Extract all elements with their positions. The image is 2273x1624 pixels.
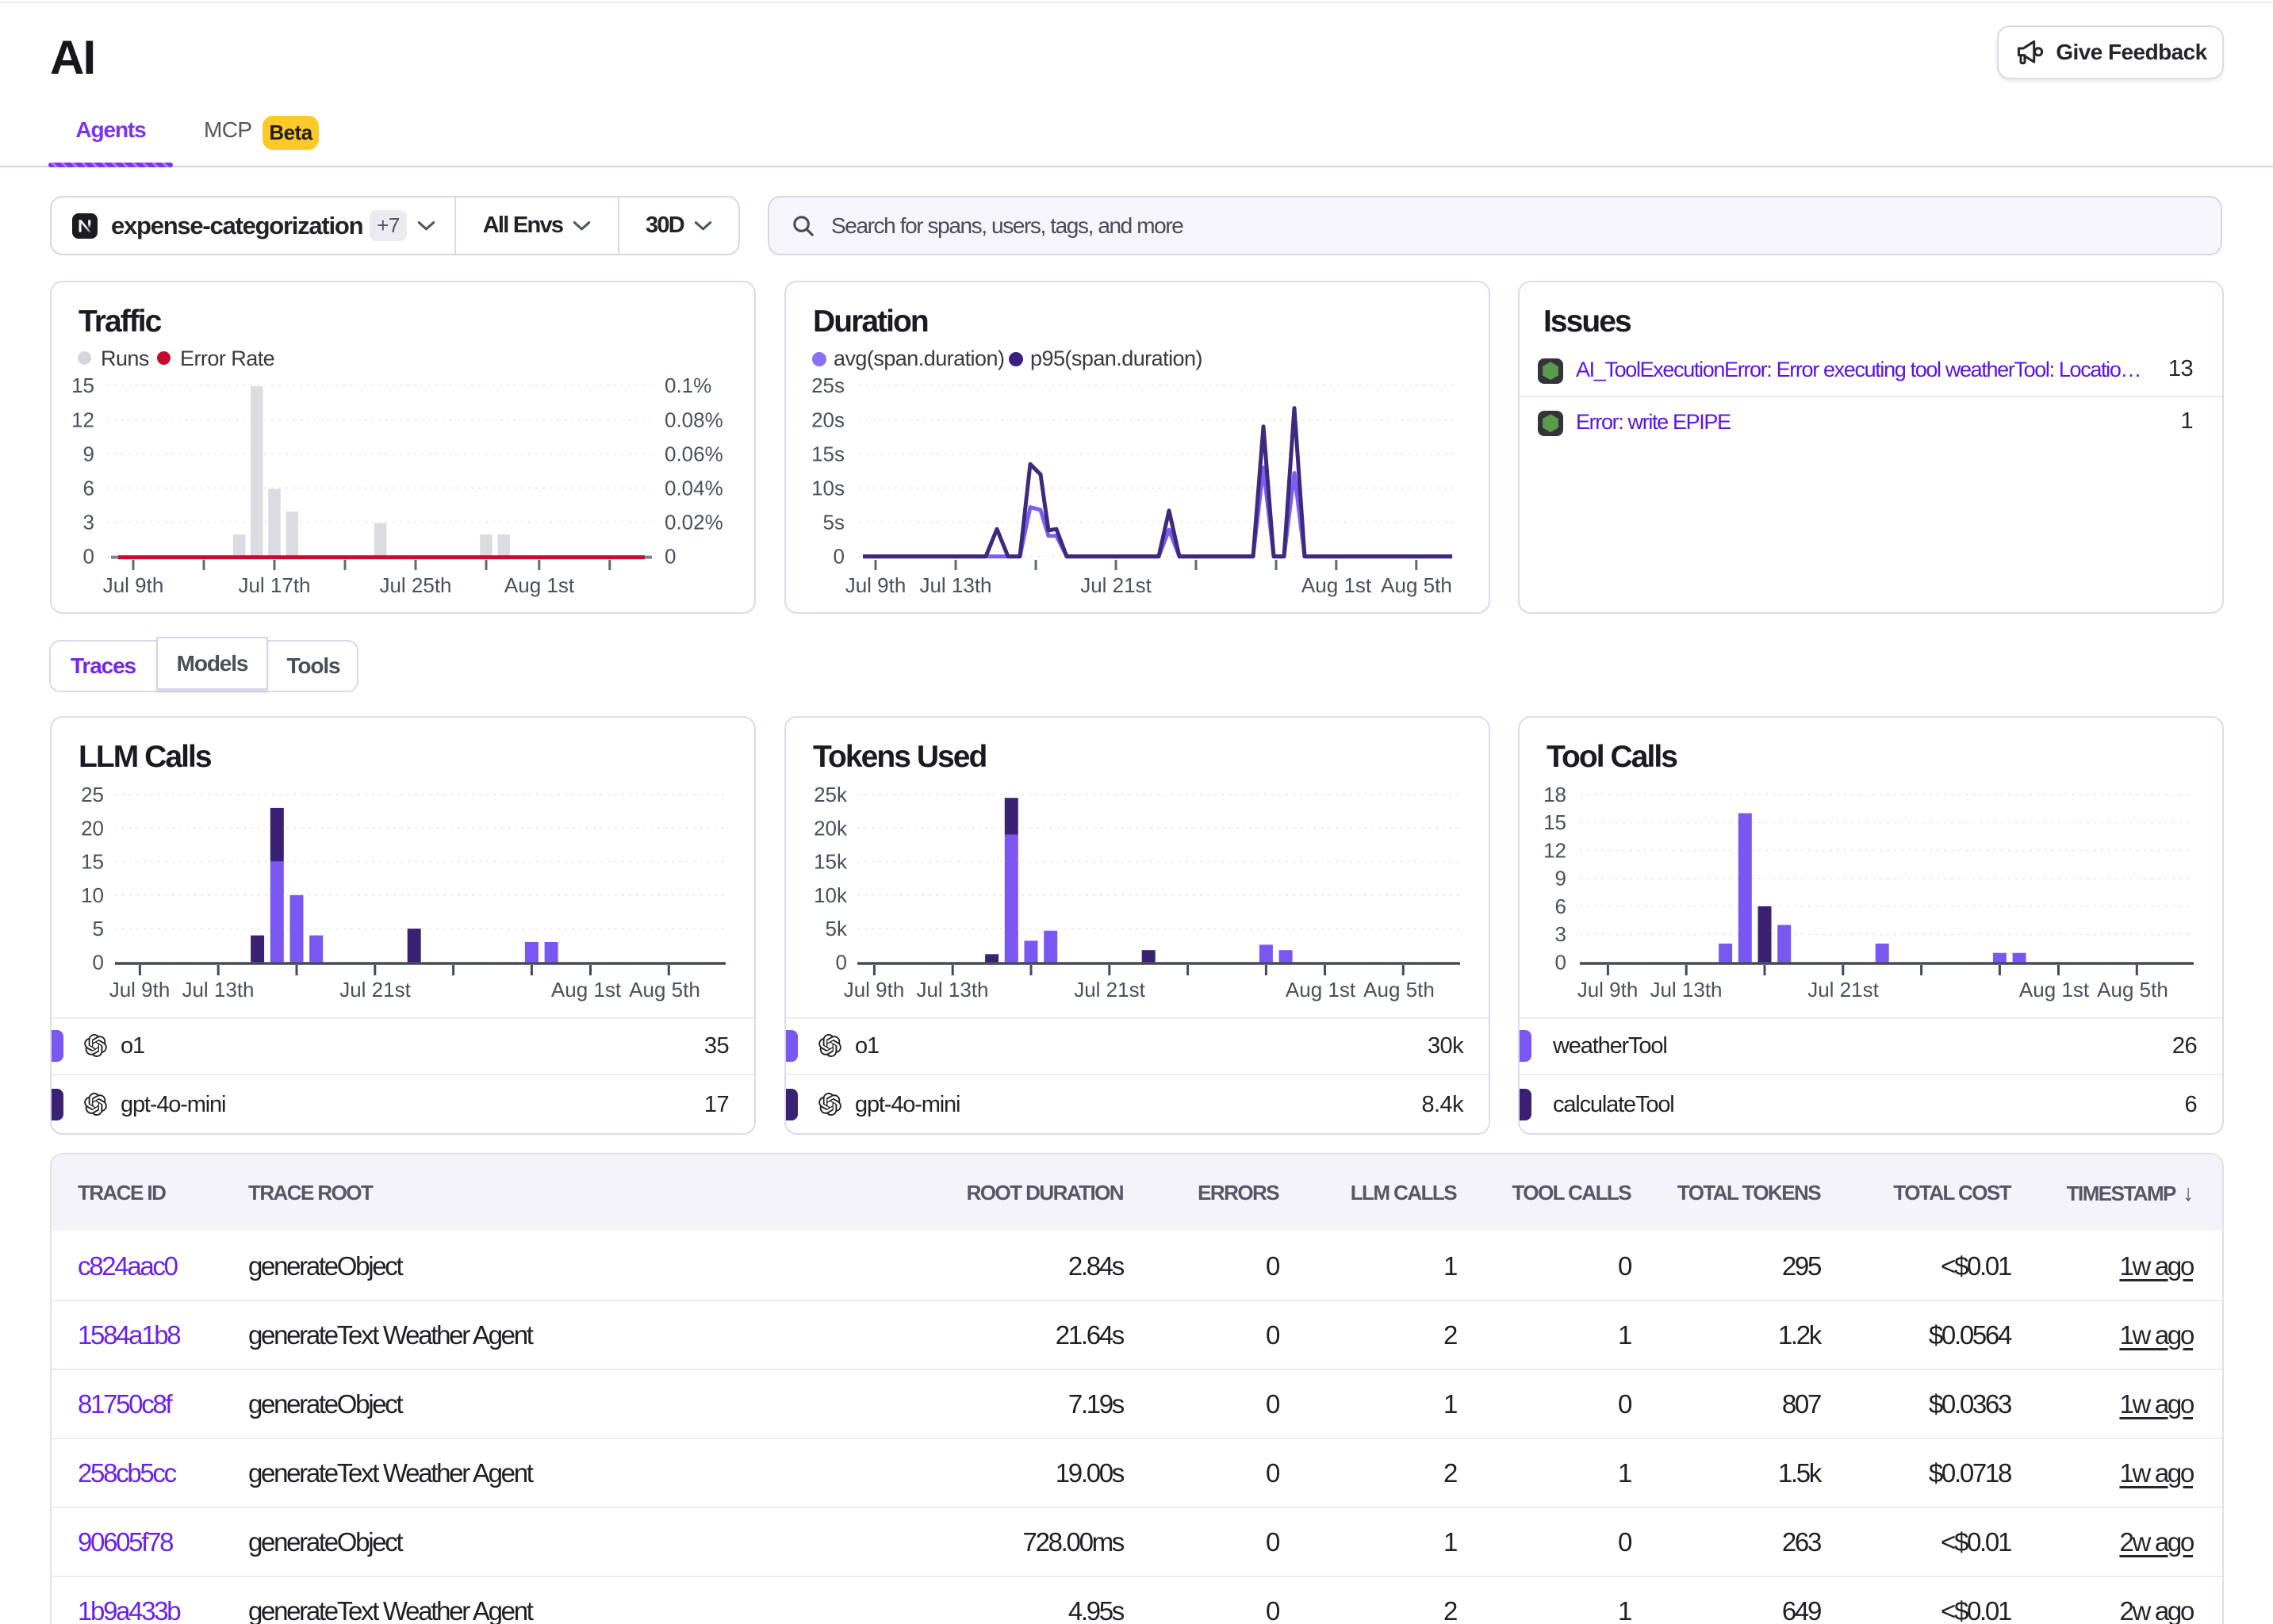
svg-text:Aug 5th: Aug 5th (1381, 573, 1452, 597)
svg-text:3: 3 (1555, 922, 1566, 946)
svg-text:0: 0 (836, 950, 847, 974)
svg-text:15: 15 (1543, 810, 1566, 834)
svg-text:25: 25 (81, 783, 104, 806)
svg-text:Jul 9th: Jul 9th (845, 573, 907, 597)
svg-text:0.1%: 0.1% (665, 373, 711, 397)
svg-text:6: 6 (83, 477, 94, 500)
svg-text:5: 5 (93, 917, 104, 940)
svg-text:5s: 5s (823, 511, 845, 534)
svg-text:0.06%: 0.06% (665, 442, 723, 465)
svg-text:Jul 17th: Jul 17th (238, 573, 310, 597)
svg-text:Jul 21st: Jul 21st (1807, 978, 1879, 1002)
svg-text:0.02%: 0.02% (665, 511, 723, 534)
svg-text:Jul 21st: Jul 21st (1080, 573, 1152, 597)
svg-text:Aug 1st: Aug 1st (504, 573, 575, 597)
svg-text:12: 12 (1543, 839, 1566, 863)
svg-text:Jul 13th: Jul 13th (919, 573, 991, 597)
svg-text:5k: 5k (826, 917, 848, 940)
svg-text:0.04%: 0.04% (665, 477, 723, 500)
svg-text:Jul 25th: Jul 25th (379, 573, 451, 597)
svg-text:6: 6 (1555, 894, 1566, 918)
svg-text:10k: 10k (814, 883, 848, 907)
svg-text:15s: 15s (811, 442, 845, 465)
svg-text:Jul 21st: Jul 21st (339, 978, 411, 1002)
svg-text:25k: 25k (814, 783, 848, 806)
svg-text:0.08%: 0.08% (665, 408, 723, 431)
svg-text:15: 15 (71, 373, 94, 397)
svg-text:18: 18 (1543, 783, 1566, 806)
svg-text:0: 0 (83, 545, 94, 569)
svg-text:Jul 13th: Jul 13th (916, 978, 988, 1002)
svg-text:3: 3 (83, 511, 94, 534)
svg-text:Jul 9th: Jul 9th (1577, 978, 1639, 1002)
svg-text:12: 12 (71, 408, 94, 431)
svg-text:20k: 20k (814, 816, 848, 840)
svg-text:20: 20 (81, 816, 104, 840)
svg-text:Aug 1st: Aug 1st (1286, 978, 1356, 1002)
svg-text:Aug 1st: Aug 1st (2019, 978, 2090, 1002)
svg-text:15k: 15k (814, 850, 848, 874)
svg-text:9: 9 (1555, 867, 1566, 891)
svg-text:Aug 5th: Aug 5th (2097, 978, 2168, 1002)
svg-text:Aug 5th: Aug 5th (629, 978, 700, 1002)
svg-text:Aug 1st: Aug 1st (551, 978, 622, 1002)
svg-text:20s: 20s (811, 408, 845, 431)
svg-text:0: 0 (1555, 950, 1566, 974)
svg-text:Jul 9th: Jul 9th (844, 978, 905, 1002)
svg-text:Aug 1st: Aug 1st (1301, 573, 1372, 597)
svg-text:25s: 25s (811, 373, 845, 397)
svg-text:0: 0 (665, 545, 676, 569)
svg-text:Jul 13th: Jul 13th (182, 978, 254, 1002)
svg-text:0: 0 (834, 545, 845, 569)
svg-text:Jul 21st: Jul 21st (1074, 978, 1145, 1002)
svg-text:9: 9 (83, 442, 94, 465)
svg-text:Jul 9th: Jul 9th (109, 978, 171, 1002)
svg-text:10s: 10s (811, 477, 845, 500)
svg-text:Aug 5th: Aug 5th (1363, 978, 1435, 1002)
svg-text:10: 10 (81, 883, 104, 907)
svg-text:0: 0 (93, 950, 104, 974)
svg-text:Jul 9th: Jul 9th (103, 573, 164, 597)
svg-text:Jul 13th: Jul 13th (1650, 978, 1722, 1002)
svg-text:15: 15 (81, 850, 104, 874)
